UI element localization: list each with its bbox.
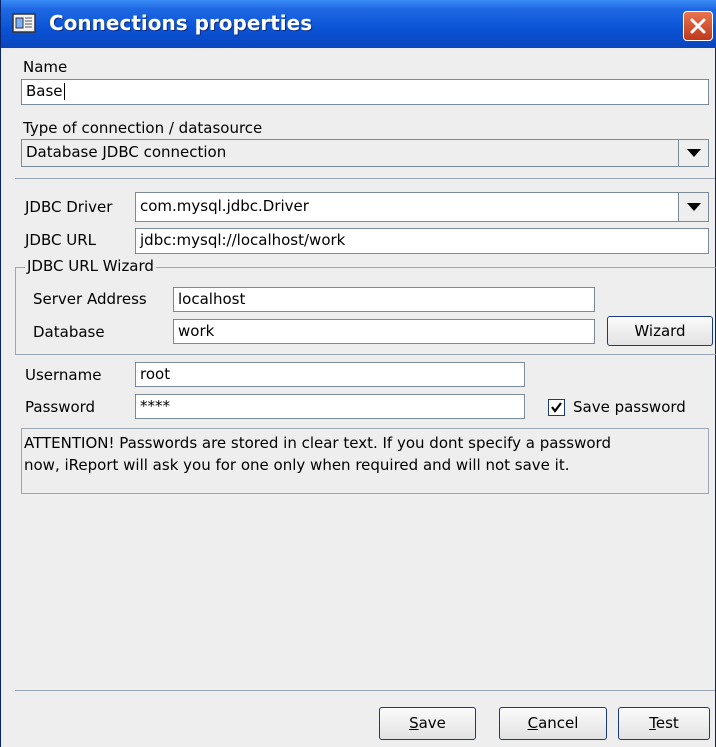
title-bar[interactable]: Connections properties	[1, 0, 716, 48]
text-cursor	[63, 83, 65, 100]
cancel-mnemonic: C	[527, 714, 539, 732]
close-button[interactable]	[683, 11, 713, 41]
connection-type-value: Database JDBC connection	[26, 143, 227, 161]
jdbc-driver-label: JDBC Driver	[25, 198, 113, 216]
connection-type-select[interactable]: Database JDBC connection	[21, 139, 709, 167]
test-button[interactable]: Test	[618, 707, 710, 740]
save-rest: ave	[418, 714, 446, 732]
save-password-checkbox[interactable]	[548, 399, 565, 416]
cancel-rest: ancel	[538, 714, 579, 732]
jdbc-url-wizard-title: JDBC URL Wizard	[25, 257, 156, 275]
test-rest: est	[655, 714, 679, 732]
cancel-button[interactable]: Cancel	[499, 707, 607, 740]
jdbc-url-input[interactable]: jdbc:mysql://localhost/work	[135, 228, 709, 254]
checkmark-icon	[551, 402, 562, 413]
chevron-down-icon	[687, 203, 701, 211]
close-icon	[690, 18, 706, 34]
connection-type-dropdown-button[interactable]	[678, 140, 708, 166]
server-address-label: Server Address	[33, 290, 147, 308]
name-input[interactable]: Base	[21, 79, 709, 105]
jdbc-driver-select[interactable]: com.mysql.jdbc.Driver	[135, 192, 709, 222]
save-button[interactable]: Save	[379, 707, 476, 740]
name-value: Base	[26, 82, 63, 100]
password-input[interactable]: ****	[135, 394, 525, 419]
footer-divider	[15, 690, 715, 691]
username-input[interactable]: root	[135, 362, 525, 387]
jdbc-url-label: JDBC URL	[25, 231, 97, 249]
jdbc-driver-value: com.mysql.jdbc.Driver	[140, 197, 309, 215]
section-divider	[15, 178, 715, 179]
window-app-icon	[11, 10, 37, 36]
test-mnemonic: T	[649, 714, 656, 732]
username-label: Username	[25, 366, 102, 384]
connection-type-label: Type of connection / datasource	[23, 119, 263, 137]
database-input[interactable]: work	[173, 319, 595, 344]
wizard-button[interactable]: Wizard	[607, 316, 713, 346]
password-warning-notice: ATTENTION! Passwords are stored in clear…	[21, 428, 709, 494]
server-address-input[interactable]: localhost	[173, 287, 595, 312]
name-label: Name	[23, 58, 68, 76]
warning-line-2: now, iReport will ask you for one only w…	[24, 456, 570, 474]
dialog-window: Connections properties Name Base Type of…	[0, 0, 716, 747]
jdbc-driver-dropdown-button[interactable]	[678, 193, 708, 221]
chevron-down-icon	[687, 149, 701, 157]
database-label: Database	[33, 323, 105, 341]
warning-line-1: ATTENTION! Passwords are stored in clear…	[24, 434, 611, 452]
save-password-label[interactable]: Save password	[573, 398, 686, 416]
save-mnemonic: S	[409, 714, 419, 732]
password-label: Password	[25, 398, 96, 416]
window-title: Connections properties	[49, 11, 313, 35]
